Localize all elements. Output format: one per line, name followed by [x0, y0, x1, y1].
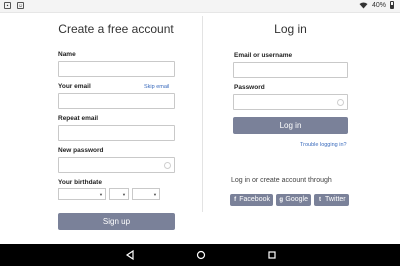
- social-login-text: Log in or create account through: [231, 177, 332, 184]
- login-password-label: Password: [234, 84, 265, 91]
- google-icon: g: [279, 197, 284, 203]
- app-screen: ▪ ☺ 40% Create a free account Name Your …: [0, 0, 400, 266]
- new-password-input[interactable]: [58, 157, 175, 173]
- name-label: Name: [58, 51, 76, 58]
- birth-year-select[interactable]: ▼: [132, 188, 160, 200]
- battery-percent: 40%: [371, 1, 386, 9]
- show-password-icon[interactable]: [164, 162, 171, 169]
- main-content: Create a free account Name Your email Sk…: [0, 12, 400, 244]
- wifi-icon: [359, 2, 368, 8]
- twitter-button-label: Twitter: [325, 196, 346, 203]
- google-button[interactable]: g Google: [276, 194, 311, 206]
- image-notification-icon: ▪: [4, 2, 11, 9]
- skip-email-link[interactable]: Skip email: [144, 84, 169, 90]
- chevron-down-icon: ▼: [122, 192, 126, 197]
- email-label: Your email: [58, 83, 91, 90]
- trouble-logging-in-link[interactable]: Trouble logging in?: [300, 142, 347, 148]
- chevron-down-icon: ▼: [99, 192, 103, 197]
- twitter-button[interactable]: t Twitter: [314, 194, 349, 206]
- username-input[interactable]: [233, 62, 348, 78]
- facebook-icon: f: [234, 197, 237, 203]
- login-password-input[interactable]: [233, 94, 348, 110]
- column-divider: [202, 16, 203, 212]
- signup-title: Create a free account: [58, 22, 174, 36]
- google-button-label: Google: [285, 196, 308, 203]
- facebook-button-label: Facebook: [239, 196, 270, 203]
- new-password-label: New password: [58, 147, 104, 154]
- home-icon[interactable]: [195, 249, 207, 261]
- android-notification-icon: ☺: [17, 2, 24, 9]
- repeat-email-input[interactable]: [58, 125, 175, 141]
- signup-button[interactable]: Sign up: [58, 213, 175, 230]
- repeat-email-label: Repeat email: [58, 115, 99, 122]
- chevron-down-icon: ▼: [153, 192, 157, 197]
- username-label: Email or username: [234, 52, 293, 59]
- name-input[interactable]: [58, 61, 175, 77]
- birthdate-label: Your birthdate: [58, 179, 102, 186]
- twitter-icon: t: [319, 197, 321, 203]
- show-password-icon[interactable]: [337, 99, 344, 106]
- recent-apps-icon[interactable]: [266, 249, 278, 261]
- navigation-bar: [0, 244, 400, 266]
- birth-month-select[interactable]: ▼: [109, 188, 129, 200]
- login-title: Log in: [274, 22, 307, 36]
- back-icon[interactable]: [124, 249, 136, 261]
- login-button[interactable]: Log in: [233, 117, 348, 134]
- facebook-button[interactable]: f Facebook: [230, 194, 273, 206]
- email-input[interactable]: [58, 93, 175, 109]
- battery-icon: [390, 1, 394, 9]
- birth-day-select[interactable]: ▼: [58, 188, 106, 200]
